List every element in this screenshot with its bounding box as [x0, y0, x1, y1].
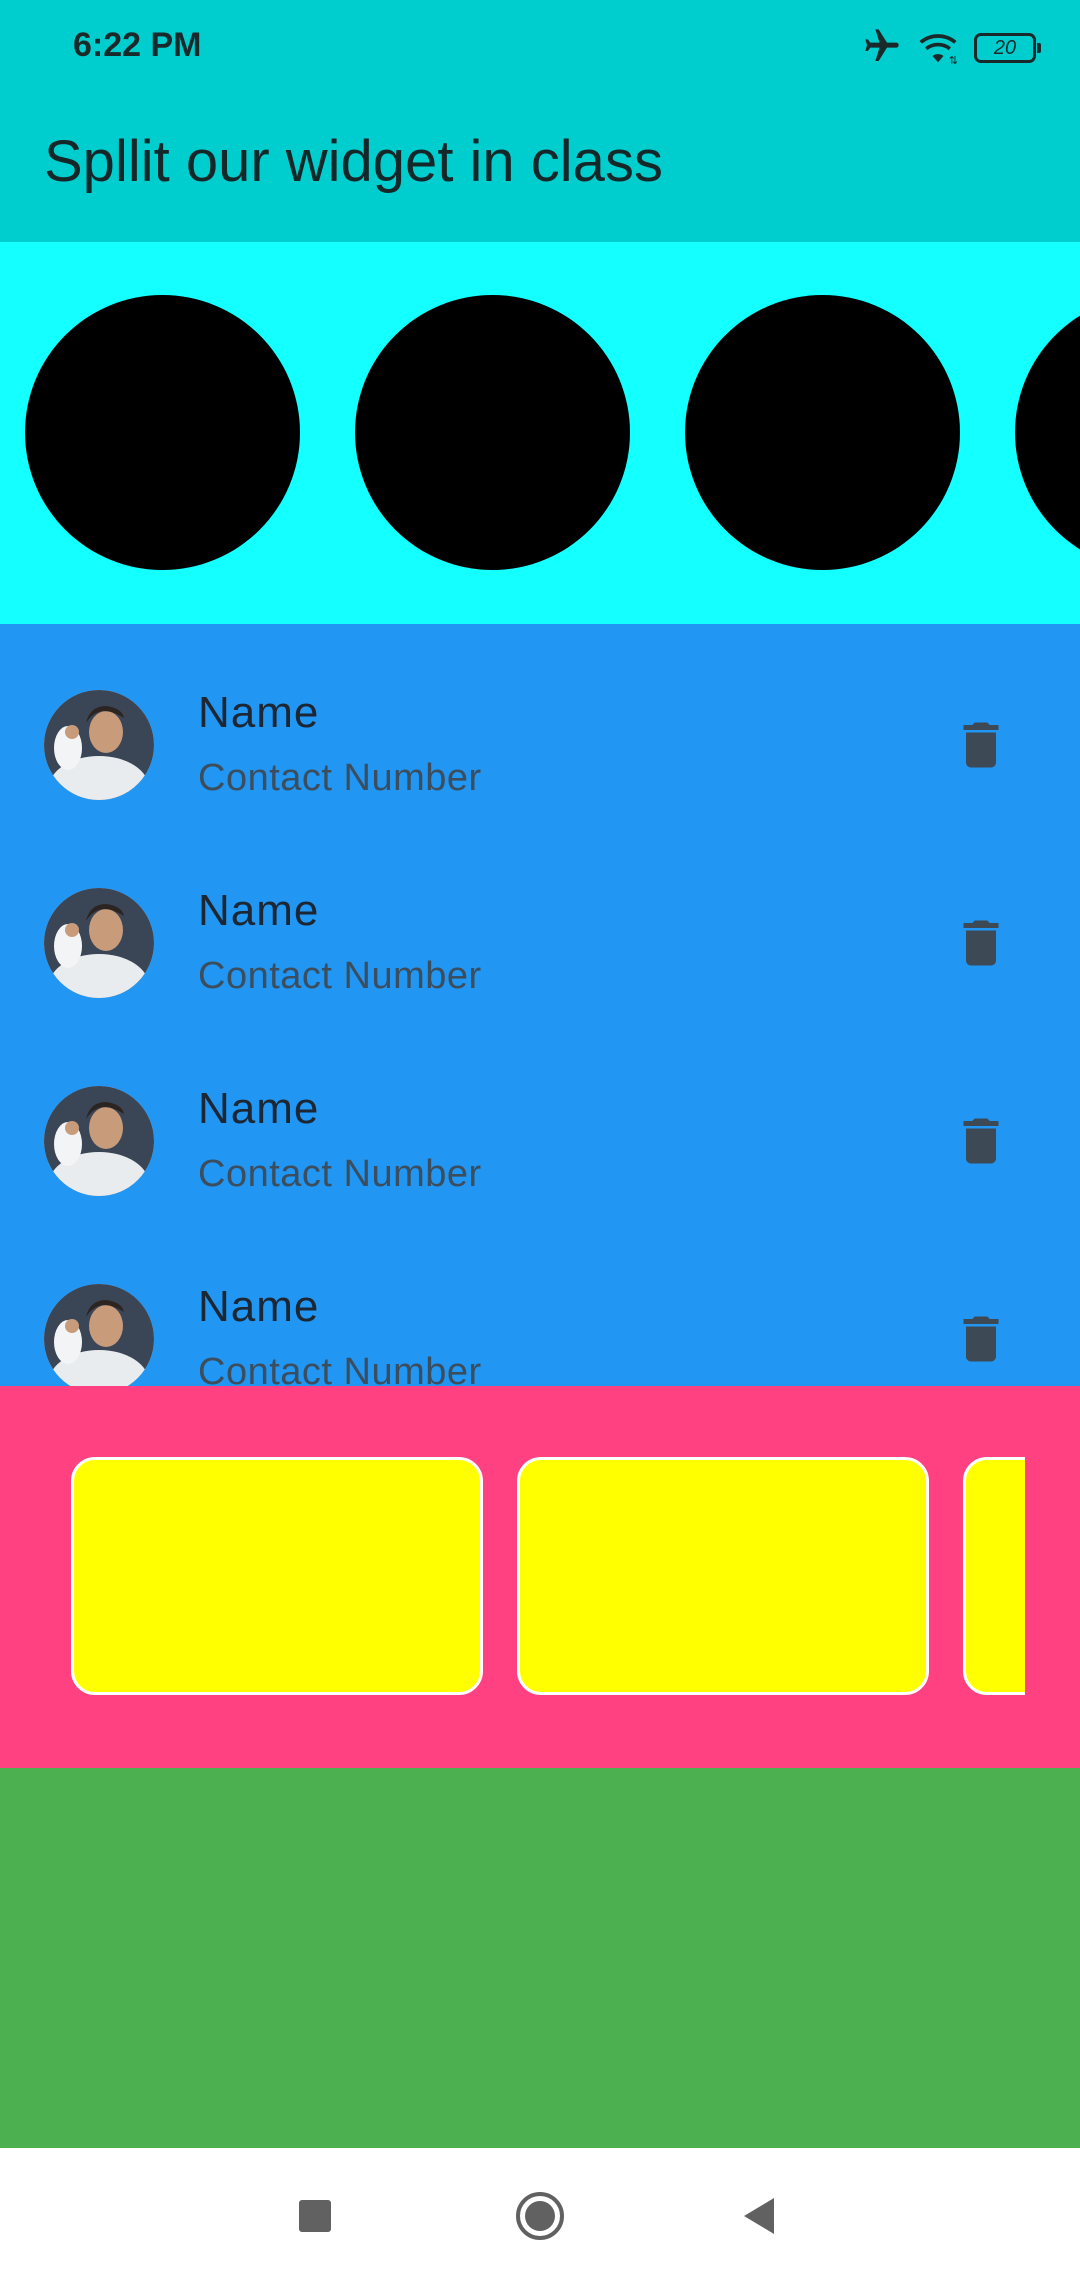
circle-item[interactable] [685, 295, 960, 570]
circle-item[interactable] [355, 295, 630, 570]
contact-number: Contact Number [198, 757, 482, 799]
svg-text:⇅: ⇅ [949, 54, 958, 66]
delete-button[interactable] [948, 712, 1014, 778]
contacts-list[interactable]: Name Contact Number Name Contact Number [0, 624, 1080, 1386]
delete-button[interactable] [948, 1306, 1014, 1372]
contact-number: Contact Number [198, 1153, 482, 1195]
home-icon [516, 2192, 564, 2240]
status-icons: ⇅ 20 [862, 26, 1041, 71]
delete-button[interactable] [948, 910, 1014, 976]
recents-icon [299, 2200, 331, 2232]
cards-viewport[interactable] [71, 1457, 1025, 1697]
delete-icon [963, 722, 999, 768]
delete-icon [963, 1316, 999, 1362]
screen: 6:22 PM ⇅ 20 Spllit our widget in class [0, 0, 1080, 2280]
list-item[interactable]: Name Contact Number [0, 1240, 1080, 1386]
card-item[interactable] [963, 1457, 1025, 1695]
navigation-bar [0, 2148, 1080, 2280]
back-button[interactable] [730, 2186, 790, 2246]
list-item[interactable]: Name Contact Number [0, 646, 1080, 844]
avatar [44, 888, 154, 998]
delete-icon [963, 920, 999, 966]
app-bar: 6:22 PM ⇅ 20 Spllit our widget in class [0, 0, 1080, 242]
avatar [44, 1086, 154, 1196]
contact-number: Contact Number [198, 955, 482, 997]
delete-button[interactable] [948, 1108, 1014, 1174]
airplane-mode-icon [862, 26, 902, 71]
contact-name: Name [198, 886, 320, 935]
avatar [44, 1284, 154, 1386]
circles-list[interactable] [0, 242, 1080, 624]
card-item[interactable] [517, 1457, 929, 1695]
page-title: Spllit our widget in class [44, 129, 663, 194]
cards-list[interactable] [0, 1386, 1080, 1768]
back-icon [744, 2198, 774, 2234]
delete-icon [963, 1118, 999, 1164]
battery-icon: 20 [974, 33, 1041, 63]
home-button[interactable] [510, 2186, 570, 2246]
green-panel [0, 1768, 1080, 2148]
card-item[interactable] [71, 1457, 483, 1695]
status-time: 6:22 PM [73, 26, 202, 64]
list-item[interactable]: Name Contact Number [0, 1042, 1080, 1240]
contact-name: Name [198, 688, 320, 737]
wifi-icon: ⇅ [916, 26, 960, 71]
list-item[interactable]: Name Contact Number [0, 844, 1080, 1042]
contact-name: Name [198, 1282, 320, 1331]
contact-number: Contact Number [198, 1351, 482, 1386]
status-bar: 6:22 PM ⇅ 20 [0, 0, 1080, 96]
circle-item[interactable] [25, 295, 300, 570]
avatar [44, 690, 154, 800]
contact-name: Name [198, 1084, 320, 1133]
circle-item[interactable] [1015, 295, 1080, 570]
recents-button[interactable] [285, 2186, 345, 2246]
